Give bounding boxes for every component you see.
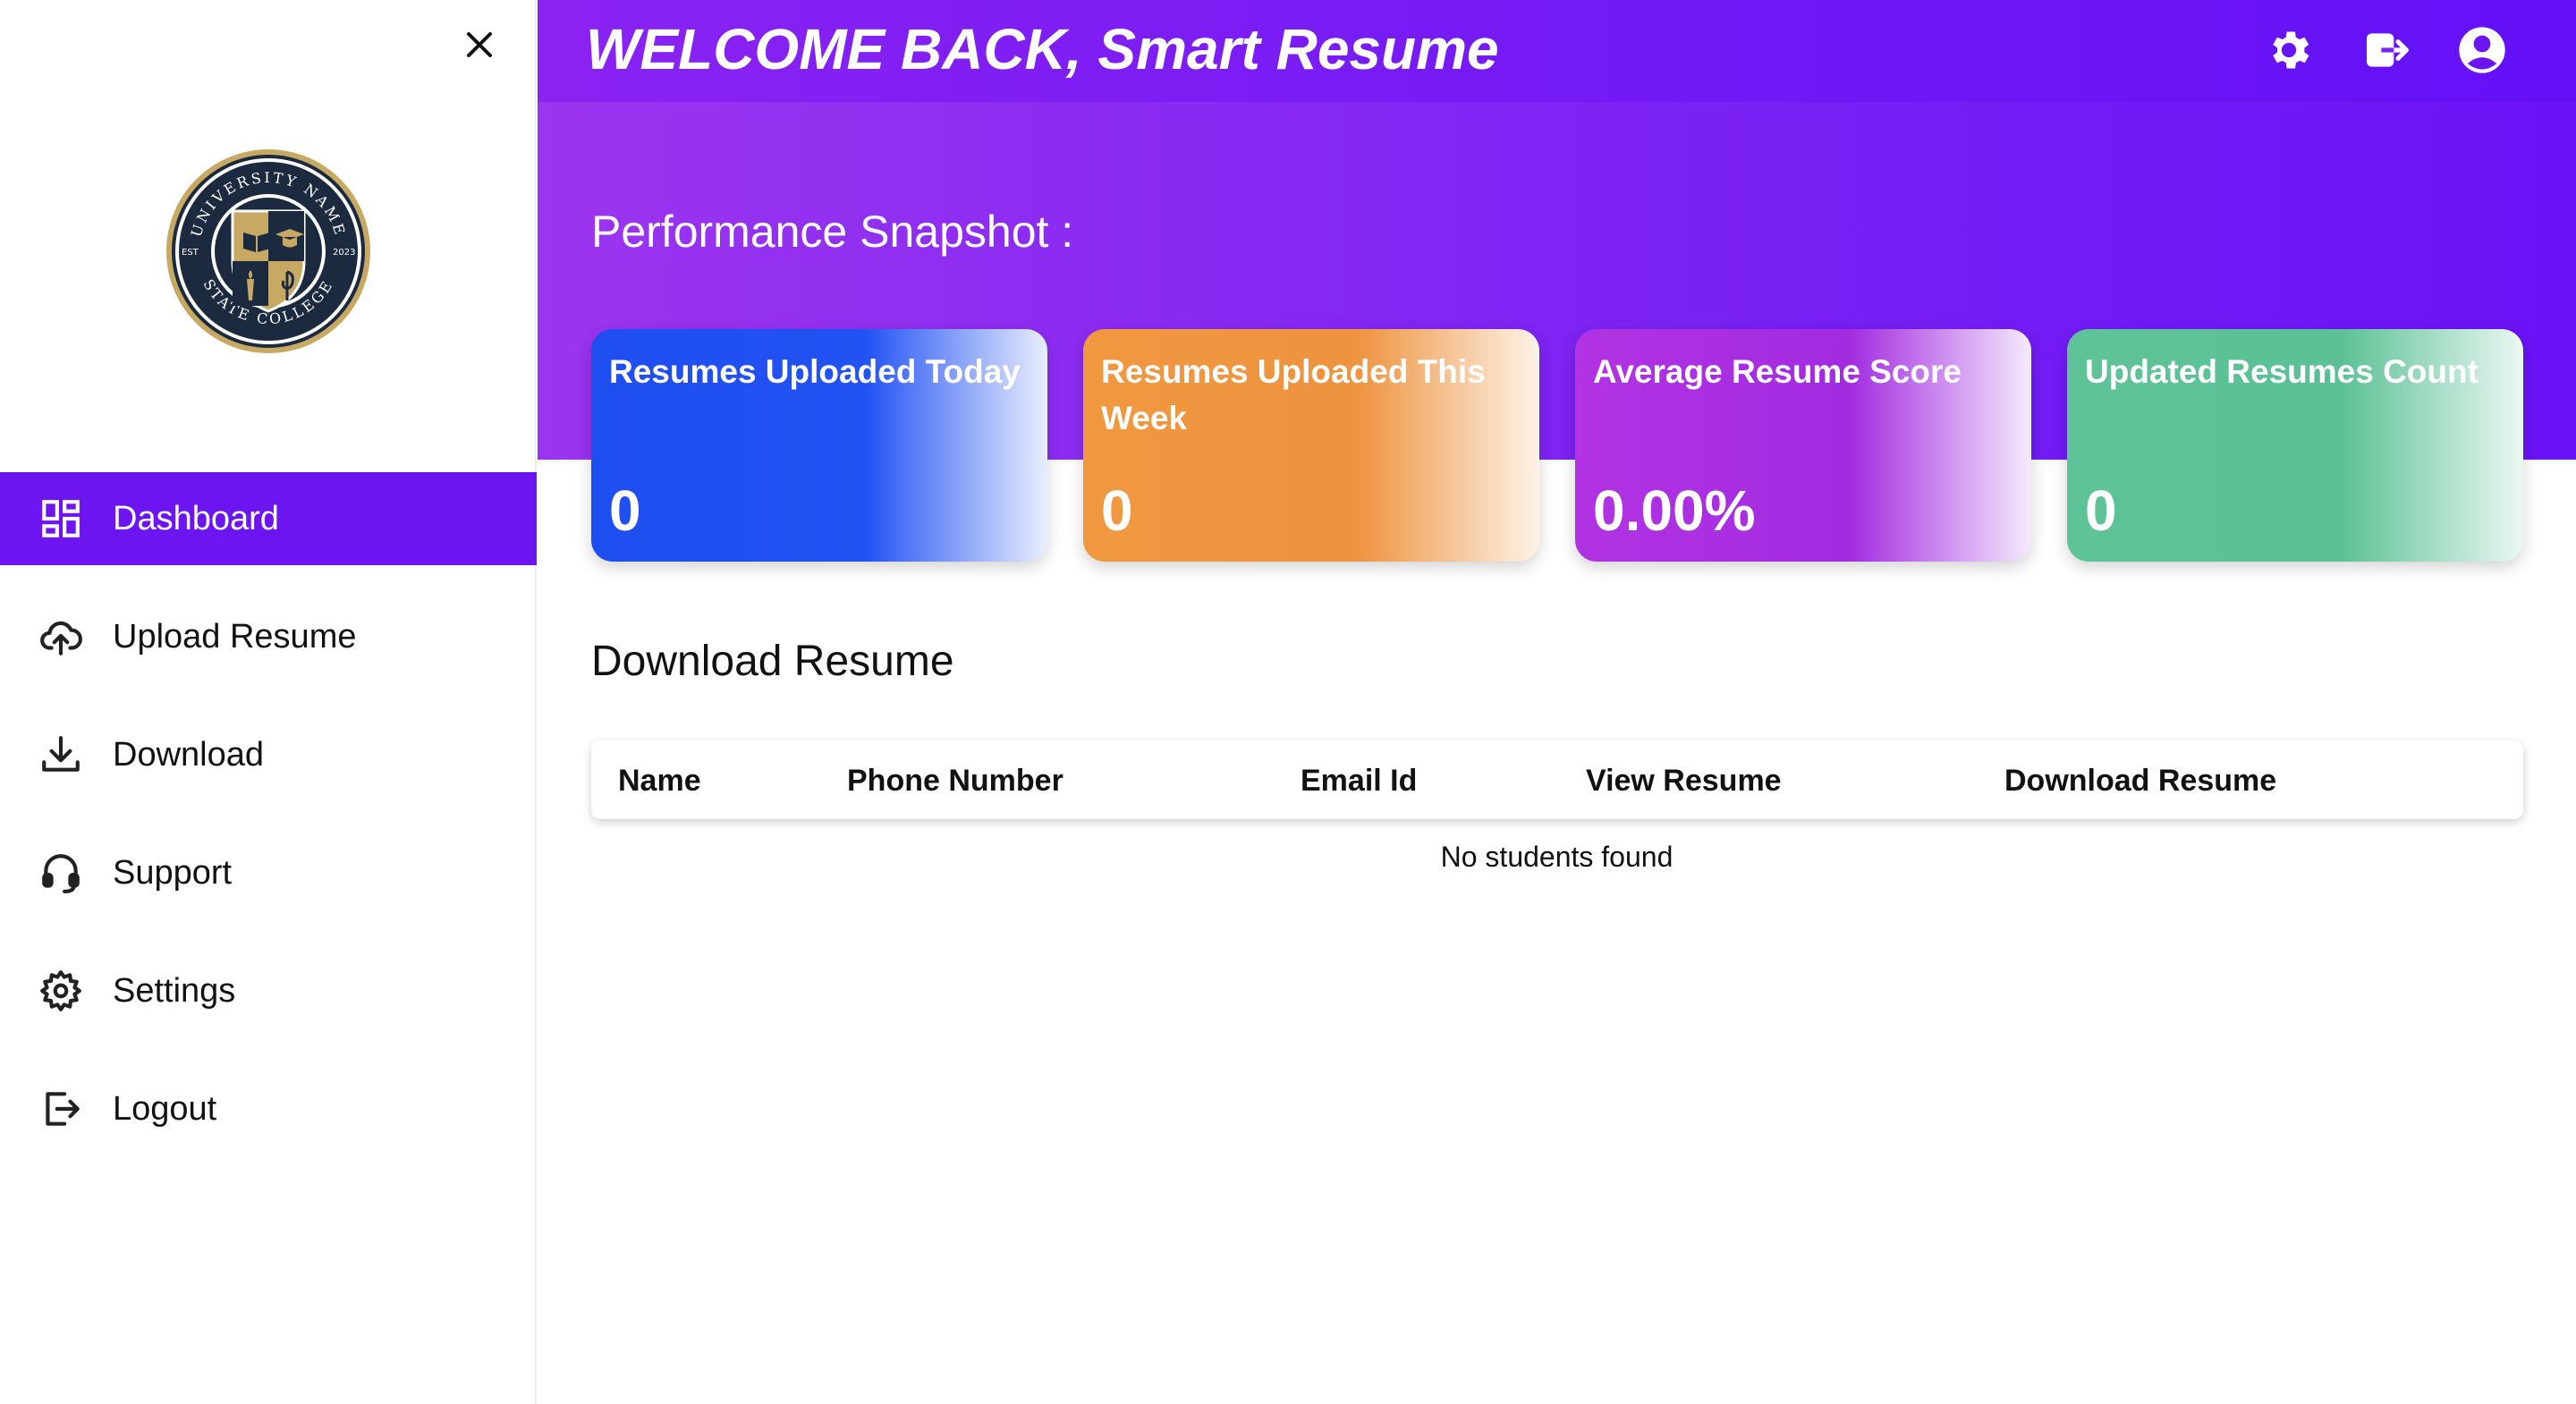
column-header-email: Email Id bbox=[1301, 764, 1418, 798]
sidebar-item-dashboard[interactable]: Dashboard bbox=[0, 472, 537, 565]
sidebar-item-logout[interactable]: Logout bbox=[0, 1062, 537, 1155]
sidebar-item-support[interactable]: Support bbox=[0, 826, 537, 919]
performance-snapshot-title: Performance Snapshot : bbox=[591, 207, 1074, 257]
university-logo: UNIVERSITY NAME STATE COLLEGE EST 2023 bbox=[164, 147, 373, 356]
sidebar-item-label: Upload Resume bbox=[113, 617, 357, 655]
stat-card-uploaded-today: Resumes Uploaded Today 0 bbox=[591, 329, 1047, 562]
cloud-upload-icon bbox=[38, 613, 84, 660]
empty-state-text: No students found bbox=[1440, 841, 1674, 873]
sidebar-item-label: Download bbox=[113, 735, 264, 774]
logo-est: EST bbox=[182, 248, 199, 258]
sidebar-item-settings[interactable]: Settings bbox=[0, 944, 537, 1037]
welcome-title: WELCOME BACK, Smart Resume bbox=[586, 17, 1499, 81]
sidebar-item-label: Settings bbox=[113, 971, 236, 1010]
stat-card-title: Resumes Uploaded Today bbox=[609, 353, 1021, 390]
sidebar-item-label: Logout bbox=[113, 1089, 217, 1128]
column-header-download-resume: Download Resume bbox=[2004, 764, 2277, 798]
stat-card-value: 0.00% bbox=[1593, 478, 1756, 543]
headset-icon bbox=[38, 850, 84, 896]
stat-card-uploaded-week: Resumes Uploaded This Week 0 bbox=[1083, 329, 1539, 562]
stat-card-updated-count: Updated Resumes Count 0 bbox=[2067, 329, 2523, 562]
column-header-phone: Phone Number bbox=[847, 764, 1063, 798]
stat-card-title: Updated Resumes Count bbox=[2085, 353, 2479, 390]
sidebar-item-label: Dashboard bbox=[113, 499, 279, 537]
download-resume-title: Download Resume bbox=[591, 638, 954, 685]
column-header-name: Name bbox=[618, 764, 701, 798]
stat-card-value: 0 bbox=[2085, 478, 2117, 543]
sidebar: UNIVERSITY NAME STATE COLLEGE EST 2023 D… bbox=[0, 0, 537, 1404]
main-content: WELCOME BACK, Smart Resume Performance S… bbox=[538, 0, 2576, 1404]
sidebar-item-download[interactable]: Download bbox=[0, 708, 537, 801]
logo-year: 2023 bbox=[333, 248, 355, 258]
gear-icon[interactable] bbox=[2264, 25, 2314, 75]
download-icon bbox=[38, 732, 84, 778]
stat-card-title: Resumes Uploaded This Week bbox=[1101, 353, 1486, 436]
stat-card-average-score: Average Resume Score 0.00% bbox=[1575, 329, 2031, 562]
dashboard-icon bbox=[38, 495, 84, 542]
sidebar-nav: Dashboard Upload Resume Download Support… bbox=[0, 472, 537, 1180]
close-icon[interactable] bbox=[460, 25, 499, 64]
top-bar: WELCOME BACK, Smart Resume bbox=[538, 0, 2576, 102]
sidebar-item-upload-resume[interactable]: Upload Resume bbox=[0, 590, 537, 683]
logout-icon[interactable] bbox=[2360, 25, 2411, 75]
column-header-view-resume: View Resume bbox=[1586, 764, 1782, 798]
stat-card-value: 0 bbox=[1101, 478, 1133, 543]
resume-table-header: Name Phone Number Email Id View Resume D… bbox=[591, 740, 2523, 819]
stat-card-value: 0 bbox=[609, 478, 641, 543]
sidebar-item-label: Support bbox=[113, 853, 233, 892]
logout-icon bbox=[38, 1086, 84, 1132]
gear-icon bbox=[38, 968, 84, 1014]
stat-card-title: Average Resume Score bbox=[1593, 353, 1962, 390]
account-circle-icon[interactable] bbox=[2457, 25, 2507, 75]
